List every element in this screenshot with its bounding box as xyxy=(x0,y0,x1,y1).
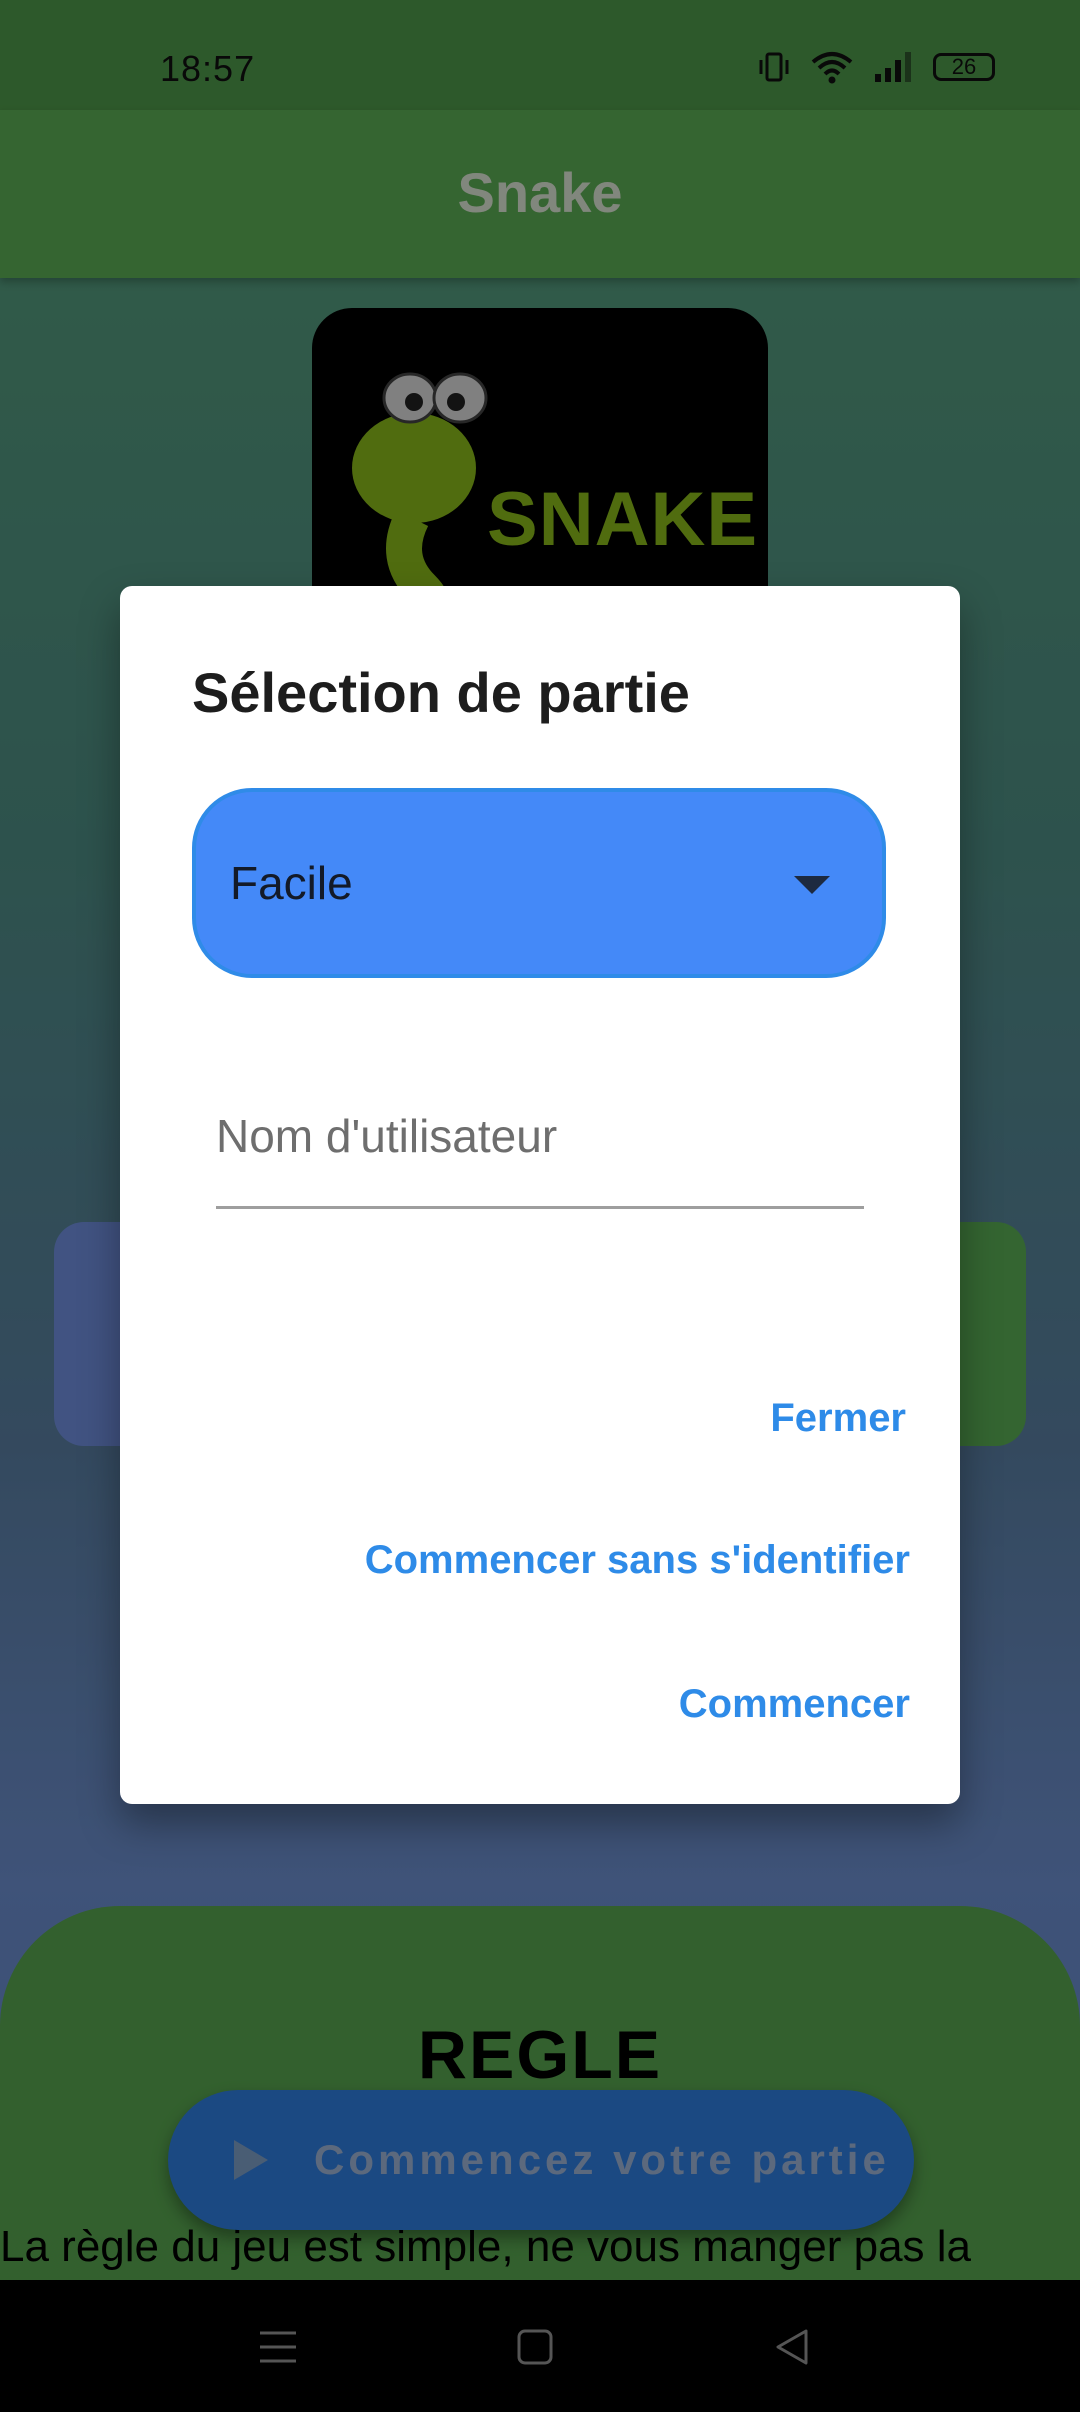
navigation-bar xyxy=(0,2280,1080,2412)
game-selection-dialog: Sélection de partie Facile Fermer Commen… xyxy=(120,586,960,1804)
username-input[interactable] xyxy=(216,1066,864,1209)
difficulty-selected-value: Facile xyxy=(230,857,353,909)
back-triangle-icon xyxy=(776,2329,808,2365)
back-nav-button[interactable] xyxy=(762,2320,822,2374)
menu-icon xyxy=(260,2331,296,2363)
home-nav-button[interactable] xyxy=(505,2320,565,2374)
home-square-icon xyxy=(517,2329,553,2365)
dialog-title: Sélection de partie xyxy=(192,661,690,724)
menu-nav-button[interactable] xyxy=(248,2320,308,2374)
close-button[interactable]: Fermer xyxy=(770,1396,906,1441)
start-button[interactable]: Commencer xyxy=(679,1682,910,1727)
dropdown-arrow-icon xyxy=(794,876,830,894)
difficulty-dropdown[interactable]: Facile xyxy=(192,788,886,978)
start-without-login-button[interactable]: Commencer sans s'identifier xyxy=(365,1538,910,1583)
